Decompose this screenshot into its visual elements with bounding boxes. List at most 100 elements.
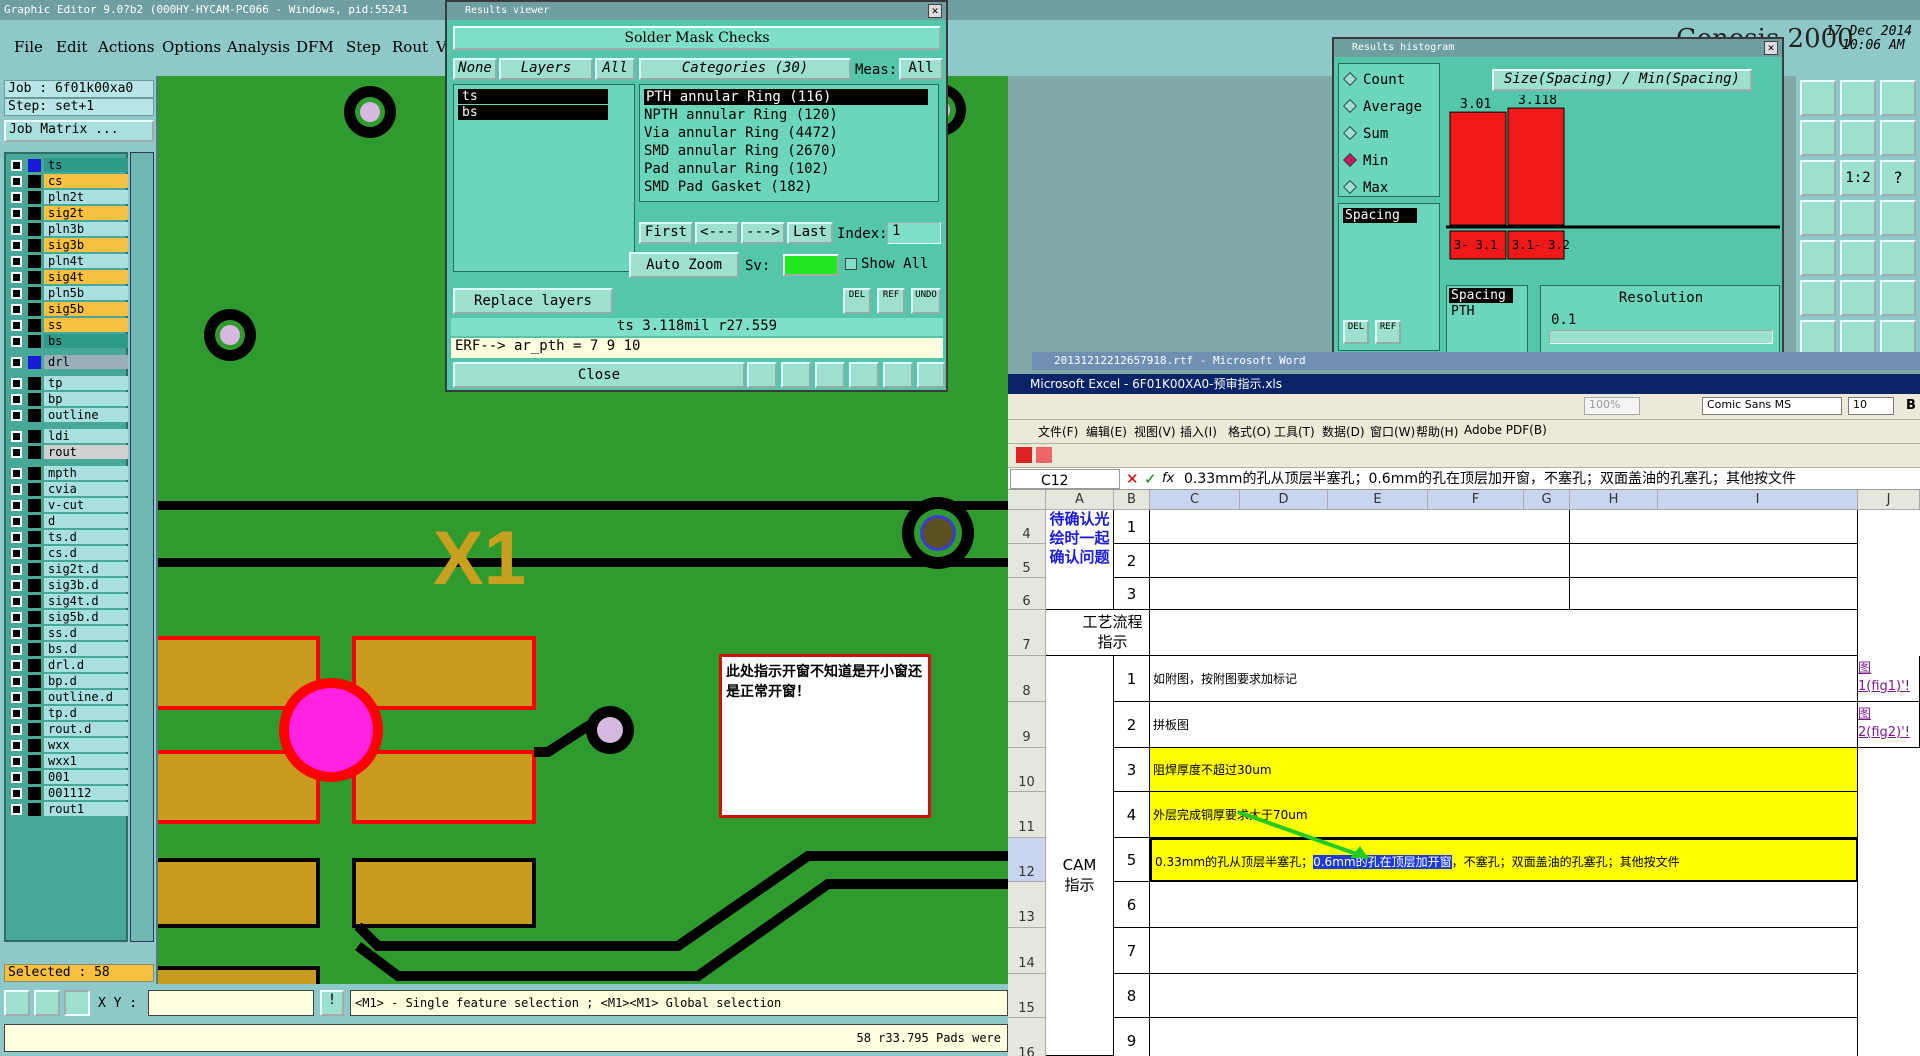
row-header[interactable]: 5 [1008,544,1046,578]
layer-row[interactable]: d [8,514,128,529]
del-button[interactable]: DEL [843,288,871,314]
layer-results-list[interactable]: ts bs [453,84,635,272]
layer-row[interactable]: ts.d [8,530,128,545]
cell[interactable] [1150,610,1858,656]
connect-icon[interactable] [1840,280,1876,316]
instruction-cell[interactable]: 阻焊厚度不超过30um [1150,748,1858,792]
auto-zoom-select[interactable]: Auto Zoom [629,252,739,278]
formula-input[interactable]: 0.33mm的孔从顶层半塞孔；0.6mm的孔在顶层加开窗，不塞孔；双面盖油的孔塞… [1184,468,1920,490]
layer-checkbox[interactable] [11,788,22,799]
layer-color-swatch[interactable] [28,356,41,369]
column-header[interactable]: D [1240,490,1328,510]
zoom-select[interactable]: 100% [1584,397,1640,415]
layer-row[interactable]: 001112 [8,786,128,801]
stat-option-max[interactable]: Max [1342,179,1388,196]
layer-color-swatch[interactable] [28,739,41,752]
layer-checkbox[interactable] [11,612,22,623]
cancel-icon[interactable]: ✕ [1126,468,1139,490]
link-icon[interactable] [1880,280,1916,316]
cell[interactable] [1150,974,1858,1018]
job-matrix-button[interactable]: Job Matrix ... [4,120,154,142]
layer-checkbox[interactable] [11,378,22,389]
move-icon[interactable] [1800,120,1836,156]
layer-color-swatch[interactable] [28,255,41,268]
index-input[interactable]: 1 [887,222,941,244]
resolution-slider[interactable] [1549,330,1773,344]
row-header[interactable]: 11 [1008,792,1046,838]
home-icon[interactable] [1840,80,1876,116]
layer-row[interactable]: sig4t.d [8,594,128,609]
row-header[interactable]: 4 [1008,510,1046,544]
menu-analysis[interactable]: Analysis [227,38,290,56]
hyperlink-fig2[interactable]: 图2(fig2)'! [1858,702,1920,748]
undo-button[interactable]: UNDO [911,288,941,314]
pdf-icon[interactable] [1016,447,1032,463]
row-header[interactable]: 16 [1008,1018,1046,1056]
num-cell[interactable]: 3 [1114,748,1150,792]
cell[interactable] [1150,578,1570,610]
ruler-icon[interactable] [1840,240,1876,276]
layer-checkbox[interactable] [11,804,22,815]
layer-color-swatch[interactable] [28,377,41,390]
stat-option-sum[interactable]: Sum [1342,125,1388,142]
layout-icon[interactable] [1800,80,1836,116]
measure-icon[interactable] [1800,200,1836,236]
layer-checkbox[interactable] [11,357,22,368]
last-button[interactable]: Last [787,222,833,244]
sv-color-select[interactable] [783,254,839,276]
close-icon[interactable]: ✕ [1764,41,1778,55]
layer-color-swatch[interactable] [28,319,41,332]
cross-icon[interactable] [815,362,845,388]
layer-row[interactable]: sig5b [8,302,128,317]
layer-row[interactable]: outline [8,408,128,423]
column-header[interactable]: I [1658,490,1858,510]
excel-menu-item[interactable]: 视图(V) [1134,423,1176,440]
column-header[interactable]: H [1570,490,1658,510]
xy-input[interactable] [148,990,314,1016]
menu-rout[interactable]: Rout [392,38,428,56]
layer-color-swatch[interactable] [28,563,41,576]
num-cell[interactable]: 2 [1114,702,1150,748]
layer-row[interactable]: tp.d [8,706,128,721]
first-button[interactable]: First [639,222,693,244]
layer-color-swatch[interactable] [28,803,41,816]
layer-checkbox[interactable] [11,660,22,671]
layer-checkbox[interactable] [11,320,22,331]
layer-checkbox[interactable] [11,336,22,347]
num-cell[interactable]: 7 [1114,928,1150,974]
layer-checkbox[interactable] [11,484,22,495]
delete-icon[interactable] [1800,280,1836,316]
scale-icon[interactable]: 1:2 [1840,160,1876,196]
layer-row[interactable]: ldi [8,429,128,444]
fx-icon[interactable]: fx [1162,468,1174,490]
layer-checkbox[interactable] [11,500,22,511]
stat-option-count[interactable]: Count [1342,71,1405,88]
replace-layers-select[interactable]: Replace layers [453,288,613,314]
layer-color-swatch[interactable] [28,467,41,480]
help-icon[interactable]: ? [1880,160,1916,196]
drill-icon[interactable] [1840,200,1876,236]
menu-edit[interactable]: Edit [56,38,87,56]
next-button[interactable]: ---> [741,222,785,244]
menu-step[interactable]: Step [346,38,381,56]
radio-icon[interactable] [1342,152,1358,168]
layer-checkbox[interactable] [11,224,22,235]
column-header[interactable]: J [1858,490,1920,510]
pad-icon[interactable] [1880,240,1916,276]
layer-color-swatch[interactable] [28,159,41,172]
menu-file[interactable]: File [14,38,43,56]
layer-checkbox[interactable] [11,272,22,283]
layer-row[interactable]: v-cut [8,498,128,513]
layer-checkbox[interactable] [11,628,22,639]
row-header[interactable]: 9 [1008,702,1046,748]
layer-checkbox[interactable] [11,288,22,299]
meas-select[interactable]: All [899,58,943,80]
sort-icon[interactable] [849,362,879,388]
layer-checkbox[interactable] [11,394,22,405]
net-icon[interactable] [1880,200,1916,236]
bold-icon[interactable]: B [1906,398,1916,413]
column-header[interactable]: G [1524,490,1570,510]
layer-row[interactable]: pln3b [8,222,128,237]
hyperlink-fig1[interactable]: 图1(fig1)'! [1858,656,1920,702]
cell[interactable] [1570,544,1858,578]
